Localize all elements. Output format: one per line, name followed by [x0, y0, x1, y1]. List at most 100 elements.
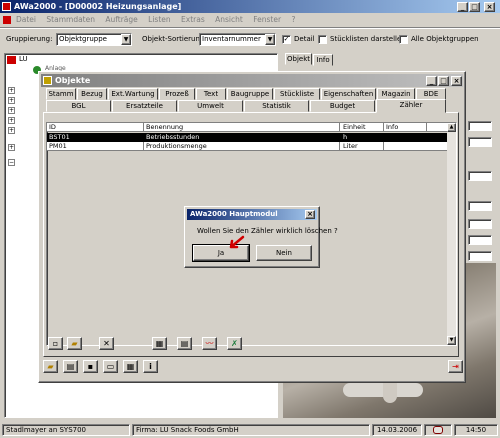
status-user: Stadlmayer an SYS700: [2, 424, 130, 436]
print-button[interactable]: ▭: [103, 360, 118, 373]
chevron-down-icon[interactable]: ▼: [265, 34, 275, 45]
tab-prozess[interactable]: Prozeß: [159, 88, 195, 100]
right-field[interactable]: [468, 121, 492, 131]
tab-info[interactable]: Info: [313, 54, 333, 66]
excel-export-button[interactable]: ✗: [227, 337, 242, 350]
parts-checkbox[interactable]: [318, 35, 327, 44]
new-button[interactable]: ▫: [48, 337, 63, 350]
tree-expand-icon[interactable]: +: [8, 87, 15, 94]
info-button[interactable]: i: [143, 360, 158, 373]
maximize-button[interactable]: □: [469, 1, 480, 12]
dialog-message: Wollen Sie den Zähler wirklich löschen ?: [197, 227, 338, 235]
allgroups-label: Alle Objektgruppen: [411, 35, 479, 43]
grouping-value: Objektgruppe: [59, 35, 107, 43]
menu-fenster[interactable]: Fenster: [253, 15, 281, 24]
menu-extras[interactable]: Extras: [181, 15, 205, 24]
open-file-button[interactable]: ▰: [43, 360, 58, 373]
menu-listen[interactable]: Listen: [148, 15, 170, 24]
table-row[interactable]: BST01 Betriebsstunden h: [47, 133, 447, 142]
tab-stamm[interactable]: Stamm: [46, 88, 76, 100]
window-title: AWa2000 - [D00002 Heizungsanlage]: [14, 2, 182, 11]
detail-label: Detail: [294, 35, 315, 43]
column-header-name[interactable]: Benennung: [146, 123, 340, 131]
no-button[interactable]: Nein: [256, 245, 312, 261]
menu-datei[interactable]: Datei: [16, 15, 36, 24]
dialog-close-button[interactable]: ×: [305, 210, 315, 219]
minimize-button[interactable]: _: [457, 1, 468, 12]
tree-expand-icon[interactable]: +: [8, 97, 15, 104]
status-time: 14:50: [454, 424, 498, 436]
tab-bgl[interactable]: BGL: [46, 100, 111, 112]
exit-door-button[interactable]: ⇥: [448, 360, 463, 373]
tab-baugruppe[interactable]: Baugruppe: [227, 88, 273, 100]
tab-objekt[interactable]: Objekt: [285, 53, 312, 65]
report-button[interactable]: ▤: [177, 337, 192, 350]
right-field[interactable]: [468, 171, 492, 181]
cell-unit: h: [343, 133, 348, 141]
minimize-button[interactable]: _: [426, 75, 437, 86]
allgroups-checkbox[interactable]: [399, 35, 408, 44]
menu-app-icon: [3, 16, 11, 24]
objekte-title-bar[interactable]: Objekte _ □ ×: [41, 74, 463, 87]
chevron-down-icon[interactable]: ▼: [121, 34, 131, 45]
window-icon: [43, 76, 52, 85]
tree-expand-icon[interactable]: +: [8, 117, 15, 124]
tab-stueckliste[interactable]: Stückliste: [274, 88, 320, 100]
tab-ext-wartung[interactable]: Ext.Wartung: [108, 88, 158, 100]
close-button[interactable]: ×: [451, 75, 462, 86]
root-icon: [7, 56, 16, 64]
tab-text[interactable]: Text: [196, 88, 226, 100]
main-title-bar[interactable]: AWa2000 - [D00002 Heizungsanlage] _ □ ×: [0, 0, 500, 13]
objekte-title: Objekte: [55, 76, 91, 85]
menu-help[interactable]: ?: [291, 15, 295, 24]
open-folder-button[interactable]: ▰: [67, 337, 82, 350]
tree-root-label[interactable]: LU: [19, 55, 28, 63]
column-header-unit[interactable]: Einheit: [343, 123, 384, 131]
tab-bezug[interactable]: Bezug: [77, 88, 107, 100]
tree-expand-icon[interactable]: +: [8, 107, 15, 114]
data-sheet-button[interactable]: ▦: [152, 337, 167, 350]
right-field[interactable]: [468, 235, 492, 245]
tab-zaehler[interactable]: Zähler: [376, 99, 446, 113]
maximize-button[interactable]: □: [438, 75, 449, 86]
column-header-id[interactable]: ID: [49, 123, 144, 131]
tab-statistik[interactable]: Statistik: [244, 100, 309, 112]
right-field[interactable]: [468, 137, 492, 147]
confirm-dialog: AWa2000 Hauptmodul × Wollen Sie den Zähl…: [184, 206, 338, 268]
status-company: Firma: LU Snack Foods GmbH: [132, 424, 370, 436]
tree-expand-icon[interactable]: +: [8, 144, 15, 151]
save-button[interactable]: ▪: [83, 360, 98, 373]
document-button[interactable]: ▤: [63, 360, 78, 373]
table-row[interactable]: PM01 Produktionsmenge Liter: [47, 142, 447, 151]
cell-id: PM01: [49, 142, 144, 150]
right-field[interactable]: [468, 219, 492, 229]
menu-ansicht[interactable]: Ansicht: [215, 15, 243, 24]
right-field[interactable]: [468, 201, 492, 211]
tree-collapse-icon[interactable]: −: [8, 159, 15, 166]
cell-id: BST01: [49, 133, 70, 141]
chart-button[interactable]: 〰: [202, 337, 217, 350]
sort-select[interactable]: Inventarnummer ▼: [199, 33, 276, 46]
dialog-title-bar[interactable]: AWa2000 Hauptmodul ×: [187, 209, 317, 220]
tab-eigenschaften[interactable]: Eigenschaften: [321, 88, 376, 100]
menu-stammdaten[interactable]: Stammdaten: [46, 15, 95, 24]
scroll-down-button[interactable]: ▼: [447, 336, 456, 345]
calculator-button[interactable]: ▦: [123, 360, 138, 373]
scroll-up-button[interactable]: ▲: [447, 123, 456, 132]
grouping-label: Gruppierung:: [6, 35, 53, 43]
right-field[interactable]: [468, 251, 492, 261]
table-header: ID Benennung Einheit Info: [47, 123, 447, 132]
grouping-select[interactable]: Objektgruppe ▼: [56, 33, 132, 46]
close-button[interactable]: ×: [484, 1, 495, 12]
tab-umwelt[interactable]: Umwelt: [178, 100, 243, 112]
column-header-info[interactable]: Info: [386, 123, 427, 131]
delete-button[interactable]: ✕: [99, 337, 114, 350]
tab-budget[interactable]: Budget: [310, 100, 375, 112]
vertical-scrollbar[interactable]: ▲ ▼: [447, 123, 456, 345]
cell-name: Betriebsstunden: [146, 133, 200, 141]
detail-checkbox[interactable]: ✓: [282, 35, 291, 44]
tab-ersatzteile[interactable]: Ersatzteile: [112, 100, 177, 112]
menu-auftraege[interactable]: Aufträge: [105, 15, 137, 24]
status-indicator-icon: [424, 424, 452, 436]
tree-expand-icon[interactable]: +: [8, 127, 15, 134]
